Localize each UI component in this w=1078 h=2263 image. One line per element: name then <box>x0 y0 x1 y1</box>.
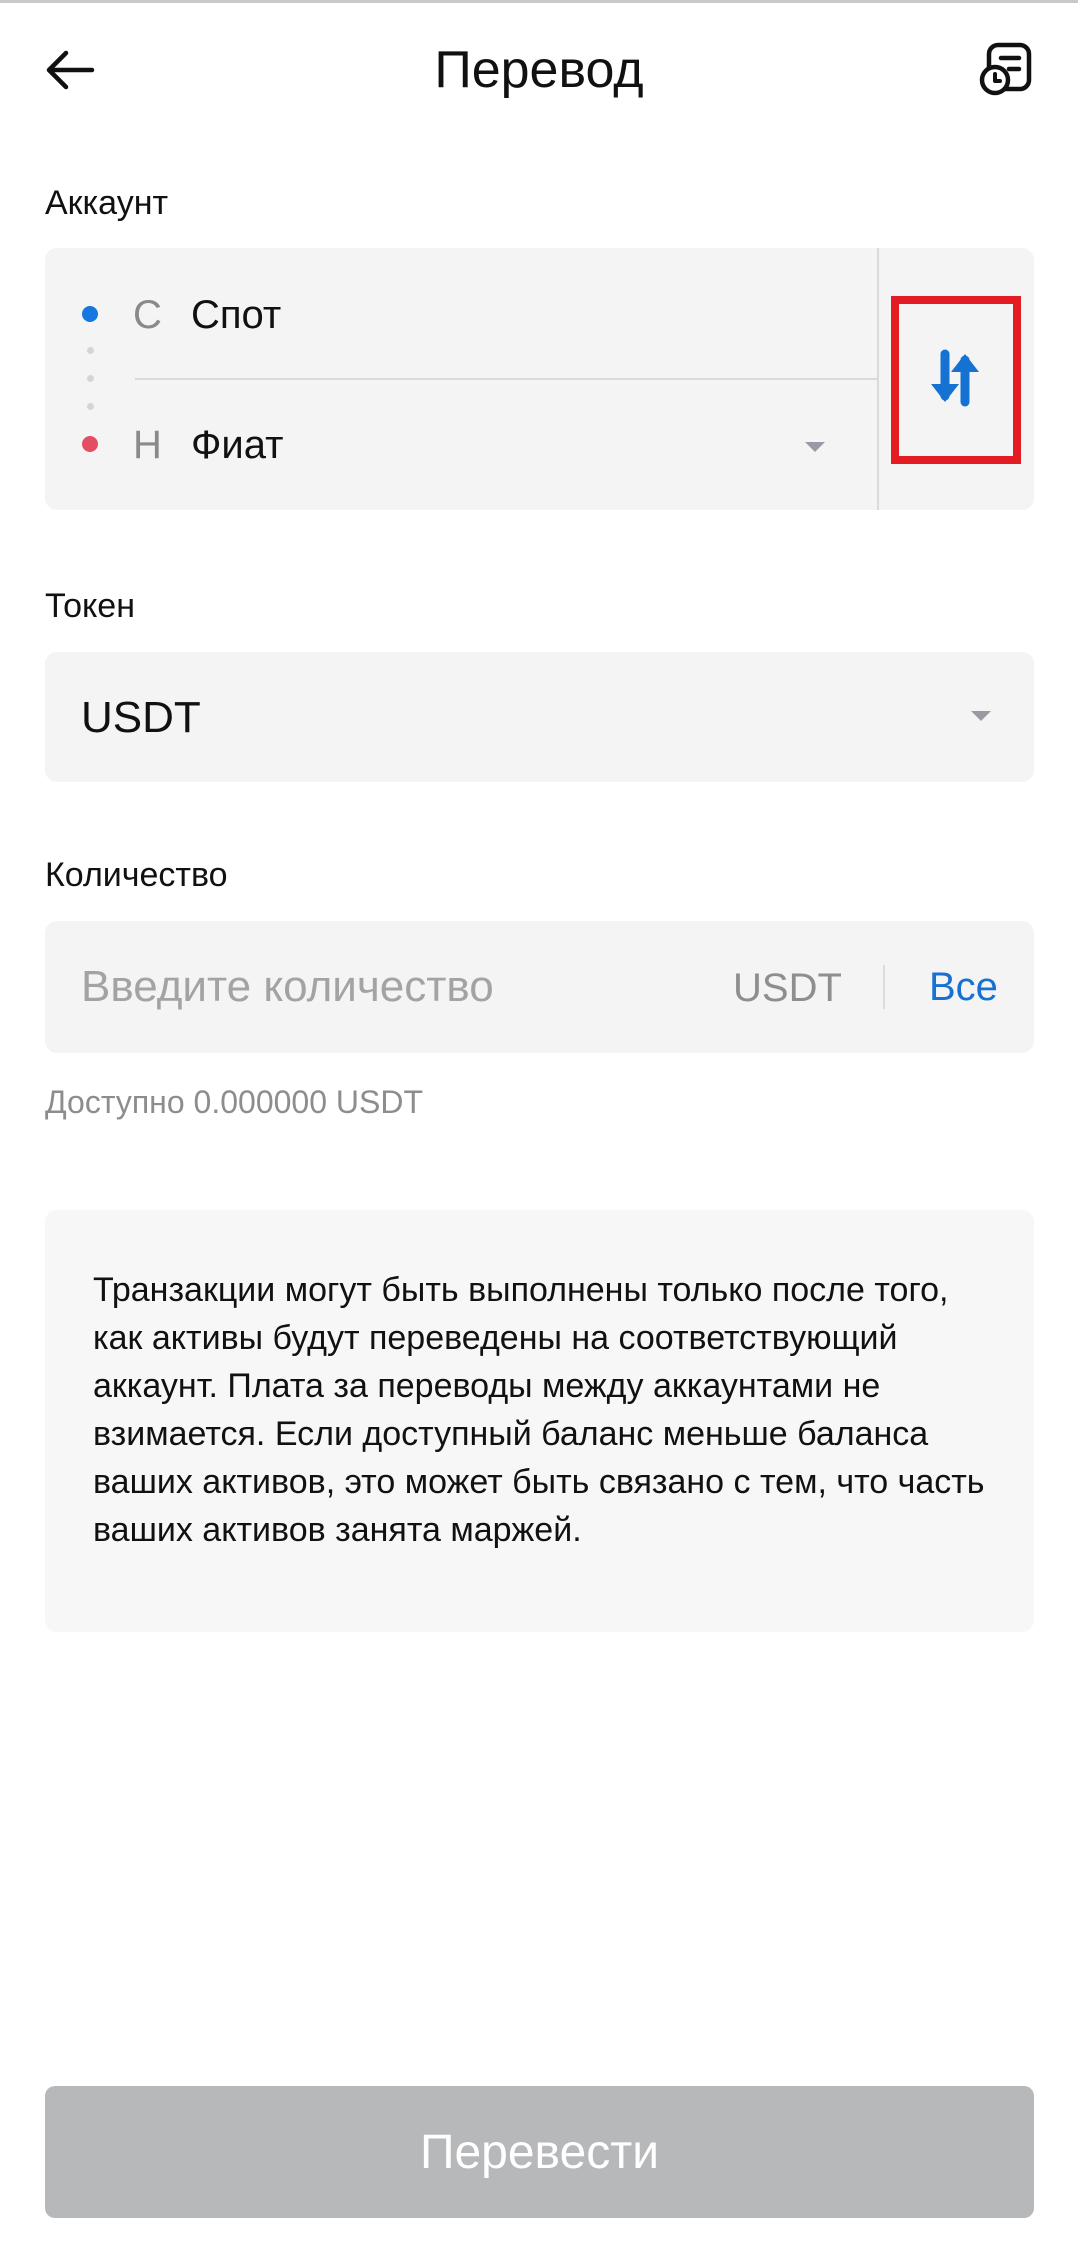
to-account-row[interactable]: Н Фиат <box>45 380 877 500</box>
chevron-down-icon <box>971 711 991 721</box>
to-account-prefix: Н <box>133 423 162 467</box>
arrow-left-icon <box>46 50 95 90</box>
token-value: USDT <box>81 693 201 742</box>
chevron-down-icon <box>805 442 825 452</box>
amount-field-container: USDT Все <box>45 921 1034 1053</box>
header: Перевод <box>0 0 1078 140</box>
swap-divider <box>877 248 879 510</box>
amount-input[interactable] <box>81 951 721 1023</box>
notice-text: Транзакции могут быть выполнены только п… <box>93 1271 985 1549</box>
available-balance: Доступно 0.000000 USDT <box>45 1084 423 1120</box>
from-account-name: Спот <box>191 293 282 337</box>
from-account-dot <box>82 306 98 322</box>
to-account-dot <box>82 436 98 452</box>
transfer-history-button[interactable] <box>972 34 1042 104</box>
swap-arrows-icon <box>931 349 979 407</box>
connector-dot <box>87 347 94 354</box>
transfer-history-icon <box>979 42 1032 96</box>
account-selector-card: С Спот Н Фиат <box>45 248 1034 510</box>
amount-unit: USDT <box>733 966 842 1010</box>
page-title: Перевод <box>434 41 644 99</box>
from-account-row[interactable]: С Спот <box>45 248 877 368</box>
amount-label: Количество <box>45 856 228 894</box>
amount-separator <box>883 965 885 1009</box>
to-account-name: Фиат <box>191 423 284 467</box>
back-button[interactable] <box>36 36 104 104</box>
max-amount-button[interactable]: Все <box>929 961 998 1013</box>
account-label: Аккаунт <box>45 184 169 222</box>
transfer-button[interactable]: Перевести <box>45 2086 1034 2218</box>
swap-accounts-button[interactable] <box>893 298 1017 458</box>
token-label: Токен <box>45 587 135 625</box>
token-select[interactable]: USDT <box>45 652 1034 782</box>
info-notice: Транзакции могут быть выполнены только п… <box>45 1210 1034 1632</box>
from-account-prefix: С <box>133 293 162 337</box>
